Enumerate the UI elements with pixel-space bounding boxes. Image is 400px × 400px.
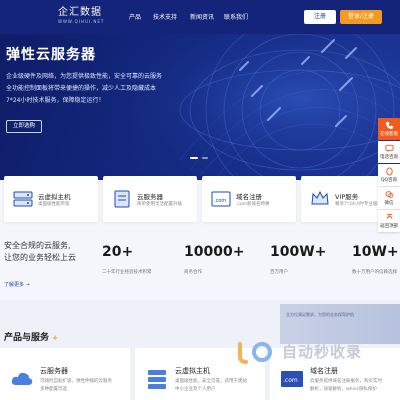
product-desc: 多种配置可选 — [40, 387, 67, 392]
card-title: 云服务器 — [137, 193, 163, 201]
sidebar-label: QQ咨询 — [380, 178, 398, 183]
server-rack-icon — [148, 370, 166, 389]
card-desc: 尊享7*24小时专业服务 — [335, 202, 382, 207]
stat-caption: 二十年行业经验技术积累 — [102, 270, 152, 275]
register-button[interactable]: 注册 — [304, 10, 336, 24]
sidebar-label: 在线客服 — [380, 132, 398, 137]
carousel-dot-active[interactable] — [190, 157, 198, 159]
product-title: 域名注册 — [310, 367, 338, 375]
slogan-line-2: 让您的业务轻松上云 — [4, 253, 76, 262]
logo-main: 企汇数据 — [58, 7, 102, 18]
nav-support[interactable]: 技术支持 — [153, 12, 177, 21]
slogan-line-1: 安全合规的云服务, — [4, 241, 71, 250]
sidebar-label: 返回顶部 — [380, 224, 398, 229]
stat-partners: 10000+ 商务合作 — [184, 244, 244, 275]
site-logo[interactable]: 企汇数据 WWW.QIHUI.NET — [58, 7, 104, 25]
vip-crown-icon — [311, 190, 329, 205]
qq-icon — [385, 167, 393, 176]
product-desc: 中小企业及个人用户 — [175, 387, 216, 392]
card-cloud-server[interactable]: 云服务器 简单使用灵活配置升级 — [103, 176, 197, 222]
logo-sub: WWW.QIHUI.NET — [58, 19, 105, 24]
sidebar-qq[interactable]: QQ咨询 — [378, 164, 400, 186]
section-title: 产品与服务 + — [4, 330, 58, 343]
watermark-logo-icon — [238, 342, 272, 364]
slogan: 安全合规的云服务, 让您的业务轻松上云 — [4, 240, 76, 264]
sidebar-label: 微信 — [384, 201, 394, 206]
card-title: 云虚拟主机 — [38, 193, 71, 201]
plus-icon: + — [52, 334, 59, 342]
nav-products[interactable]: 产品 — [129, 12, 141, 21]
promo-banner[interactable]: 全方位满足需求，为您的业务保驾护航 — [280, 304, 400, 344]
stat-users: 100W+ 百万用户 — [270, 244, 326, 275]
domain-icon: .com — [211, 191, 231, 207]
card-desc: 简单使用灵活配置升级 — [137, 202, 182, 207]
card-desc: .com新域名特惠 — [236, 202, 270, 207]
banner-text: 全方位满足需求，为您的业务保驾护航 — [286, 312, 354, 317]
sidebar-back-to-top[interactable]: 返回顶部 — [378, 210, 400, 232]
server-icon — [13, 191, 33, 207]
svg-text:.com: .com — [283, 377, 298, 384]
carousel-dot[interactable] — [202, 157, 208, 159]
stat-number: 10000+ — [184, 244, 245, 260]
hero-line-3: 7*24小时技术服务，保障稳定运行！ — [6, 97, 105, 104]
product-desc: 解析，快速解析，whois隐私保护 — [310, 387, 377, 392]
floating-sidebar: 在线客服 电话咨询 QQ咨询 微信 返回顶部 — [378, 118, 400, 233]
product-desc: 云服务提供域名注册服务，购买实时 — [310, 379, 382, 384]
stat-caption: 商务合作 — [184, 270, 202, 275]
card-virtual-host[interactable]: 云虚拟主机 桌面级性能带宽 — [4, 176, 98, 222]
product-desc: 桌面级性能，安全可靠，适用于建站 — [175, 379, 247, 384]
chat-icon — [384, 144, 394, 153]
login-button[interactable]: 登录/注册 — [340, 10, 382, 24]
stat-caption: 数十万用户的信赖选择 — [352, 270, 397, 275]
nav-contact[interactable]: 联系我们 — [224, 12, 248, 21]
product-card-cloud-server[interactable]: 云服务器 可随时自助扩容，弹性伸缩的云服务 多种配置可选 — [0, 348, 130, 400]
hero-title: 弹性云服务器 — [6, 47, 96, 63]
product-desc: 可随时自助扩容，弹性伸缩的云服务 — [40, 379, 112, 384]
stat-experience: 20+ 二十年行业经验技术积累 — [102, 244, 152, 275]
cloud-icon — [11, 372, 33, 385]
top-icon — [385, 213, 393, 219]
stat-number: 20+ — [102, 244, 134, 260]
stat-number: 100W+ — [270, 244, 327, 260]
card-title: VIP服务 — [335, 193, 359, 201]
watermark-text: 自动秒收录 — [282, 343, 363, 361]
learn-more-link[interactable]: 了解更多 → — [4, 281, 30, 288]
sidebar-online-service[interactable]: 在线客服 — [378, 118, 400, 140]
stat-caption: 百万用户 — [270, 270, 288, 275]
nav-news[interactable]: 新闻资讯 — [190, 12, 214, 21]
cloud-server-icon — [114, 190, 130, 208]
sidebar-wechat[interactable]: 微信 — [378, 187, 400, 209]
quick-product-cards: 云虚拟主机 桌面级性能带宽 云服务器 简单使用灵活配置升级 .com 域名注册 … — [4, 176, 396, 222]
phone-icon — [385, 121, 393, 130]
buy-now-button[interactable]: 立即选购 — [6, 120, 42, 133]
domain-com-icon: .com — [281, 371, 303, 387]
sidebar-label: 电话咨询 — [380, 155, 398, 160]
product-title: 云服务器 — [40, 367, 68, 375]
card-desc: 桌面级性能带宽 — [38, 202, 70, 207]
top-navbar: 企汇数据 WWW.QIHUI.NET 产品 技术支持 新闻资讯 联系我们 注册 … — [0, 0, 400, 34]
svg-text:.com: .com — [214, 198, 226, 204]
hero-line-2: 全功能控制面板将带来便捷的操作，减少人工及隐藏成本 — [6, 85, 157, 92]
sidebar-phone[interactable]: 电话咨询 — [378, 141, 400, 163]
card-domain[interactable]: .com 域名注册 .com新域名特惠 — [202, 176, 296, 222]
wechat-icon — [385, 191, 393, 198]
hero-line-1: 企业级硬件及网络，为您提供极致性能，安全可靠的云服务 — [6, 73, 163, 80]
watermark: 自动秒收录 — [236, 340, 396, 364]
stat-trust: 10W+ 数十万用户的信赖选择 — [352, 244, 399, 275]
product-title: 云虚拟主机 — [175, 367, 210, 375]
section-title-text: 产品与服务 — [4, 333, 50, 343]
card-title: 域名注册 — [236, 193, 262, 201]
stat-number: 10W+ — [352, 244, 399, 260]
